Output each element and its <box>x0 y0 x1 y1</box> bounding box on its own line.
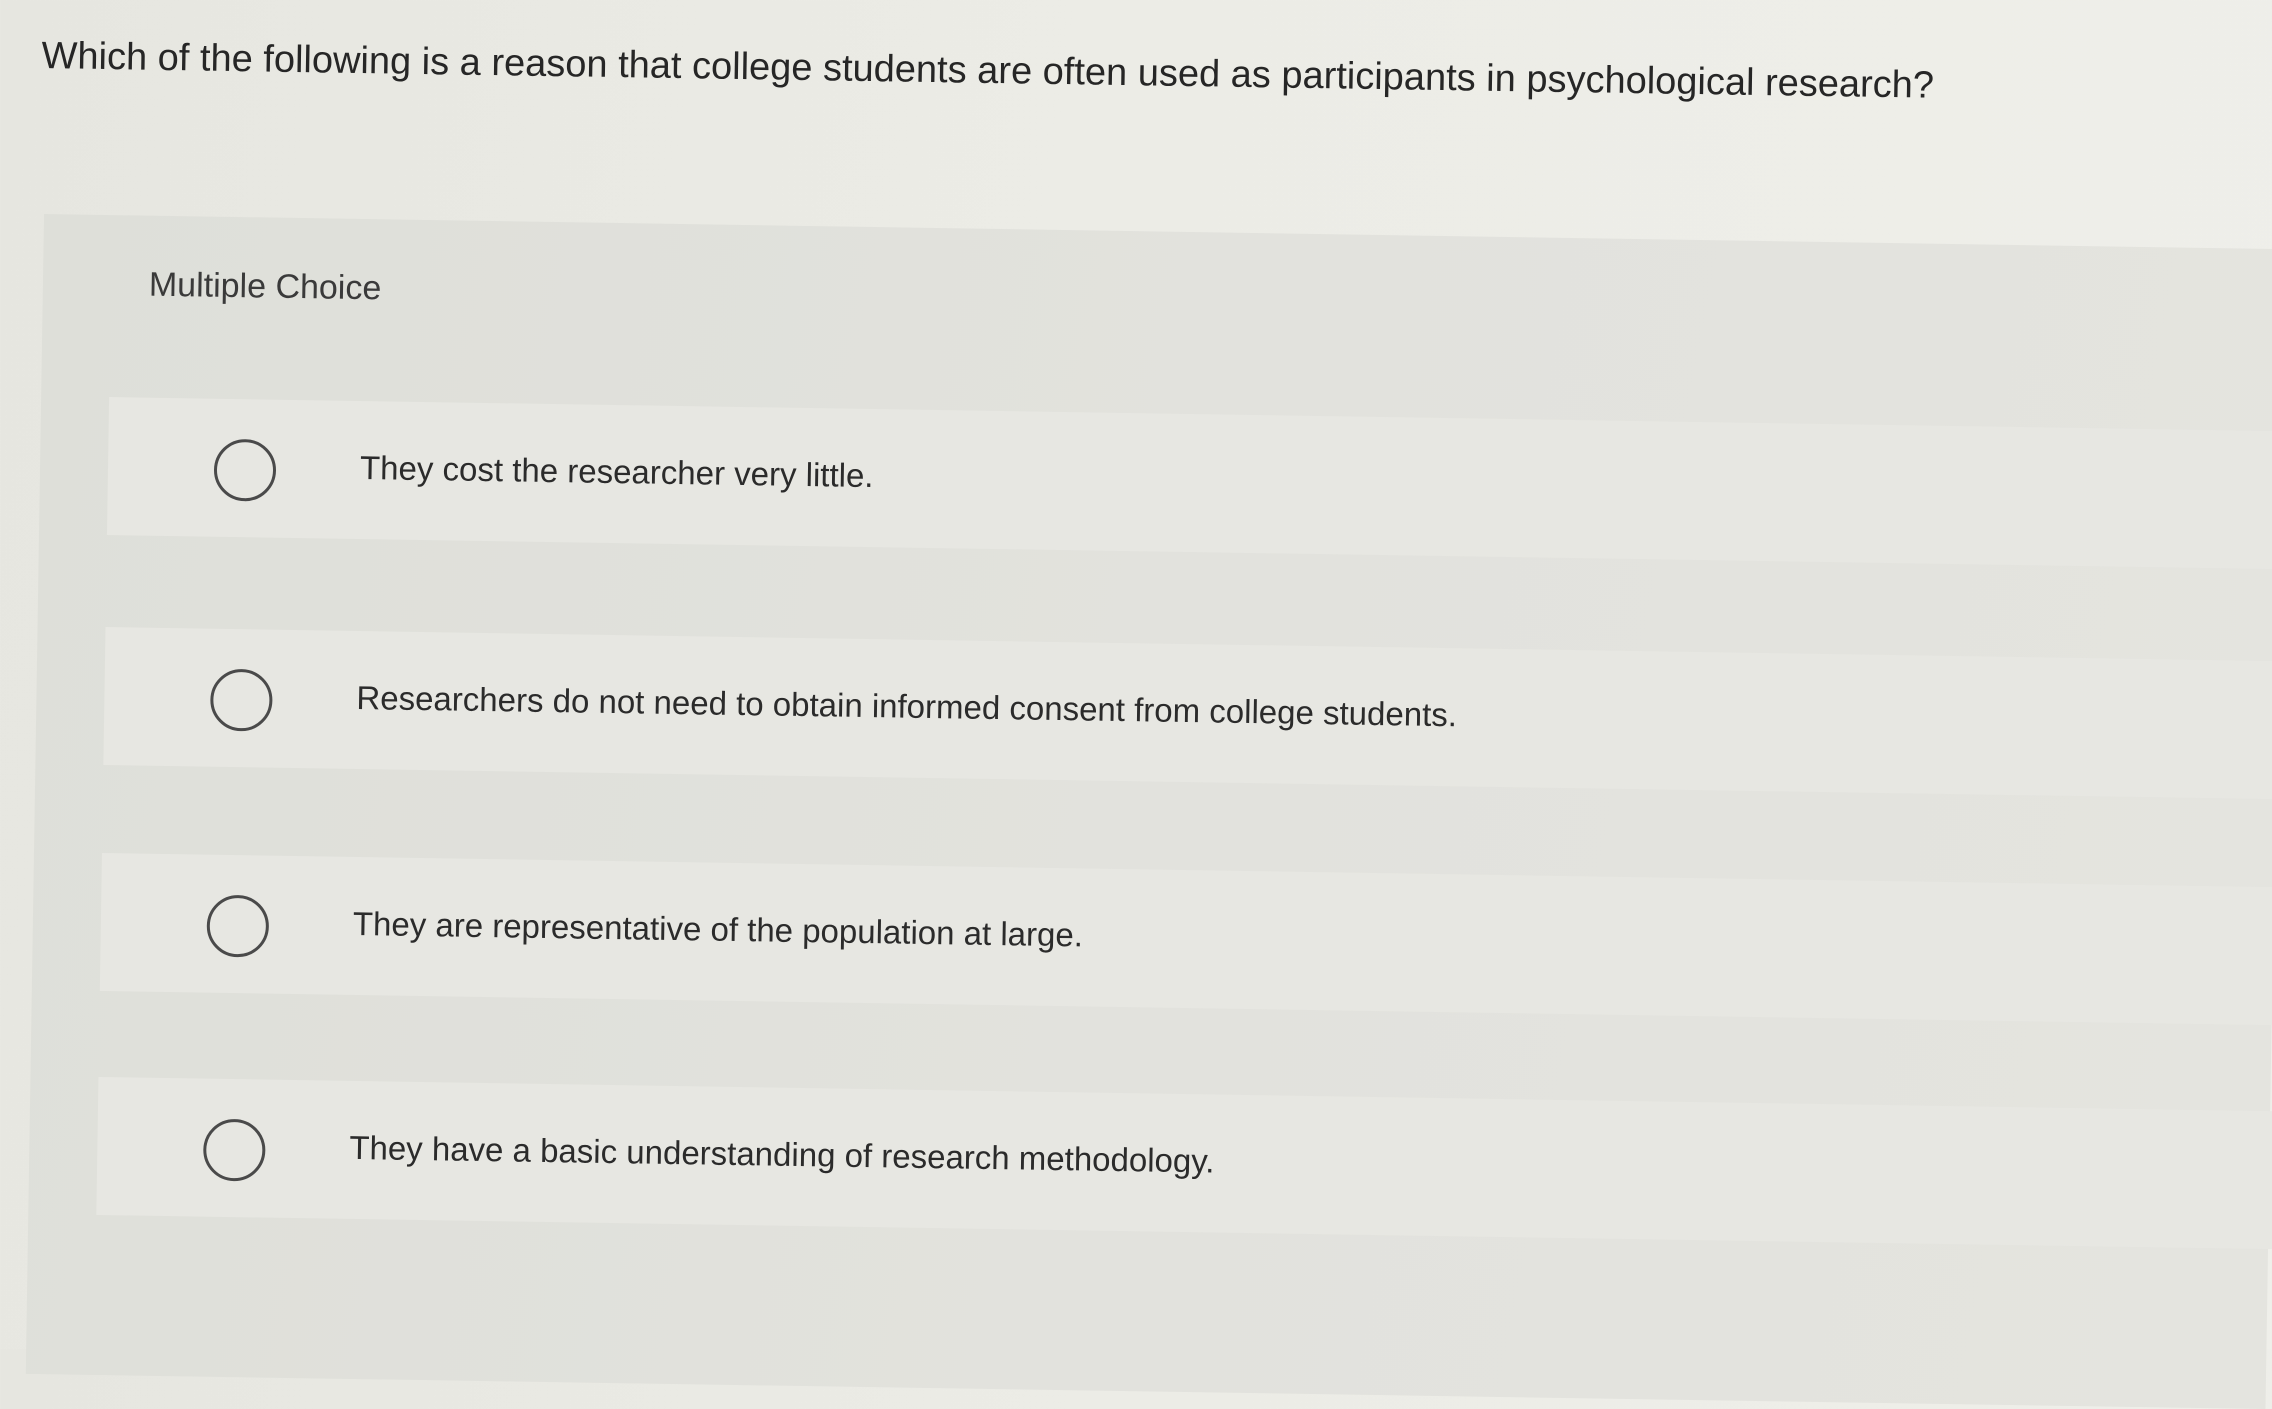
choice-label: They cost the researcher very little. <box>359 448 874 495</box>
choice-label: They are representative of the populatio… <box>352 904 1084 954</box>
question-text: Which of the following is a reason that … <box>41 34 1935 107</box>
choice-label: Researchers do not need to obtain inform… <box>356 678 1458 734</box>
panel-label: Multiple Choice <box>148 265 382 308</box>
choice-label: They have a basic understanding of resea… <box>349 1128 1215 1180</box>
choice-option-3[interactable]: They are representative of the populatio… <box>99 852 2272 1026</box>
choice-option-1[interactable]: They cost the researcher very little. <box>106 397 2272 570</box>
multiple-choice-panel: Multiple Choice They cost the researcher… <box>25 214 2272 1409</box>
radio-button-icon[interactable] <box>206 894 270 958</box>
radio-button-icon[interactable] <box>202 1118 266 1182</box>
choice-option-2[interactable]: Researchers do not need to obtain inform… <box>103 627 2272 800</box>
radio-button-icon[interactable] <box>209 668 273 732</box>
choice-option-4[interactable]: They have a basic understanding of resea… <box>96 1076 2272 1250</box>
radio-button-icon[interactable] <box>213 438 277 502</box>
